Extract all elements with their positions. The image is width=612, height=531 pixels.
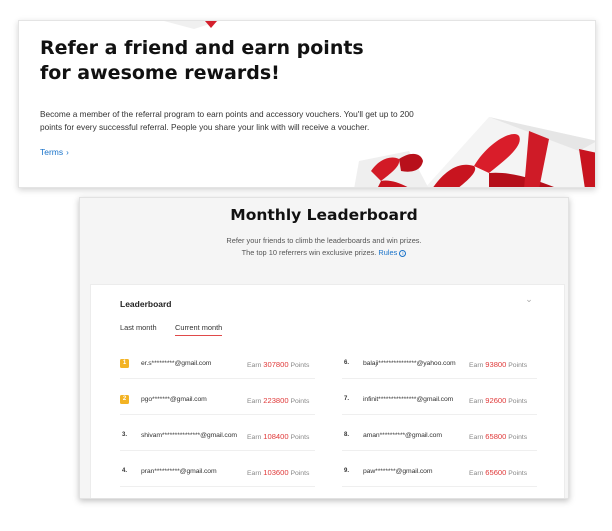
points-label: Points bbox=[290, 470, 310, 477]
referrer-email: pgo*******@gmail.com bbox=[141, 396, 207, 403]
tab-last-month[interactable]: Last month bbox=[120, 323, 157, 335]
referrer-email: infinit***************@gmail.com bbox=[363, 396, 454, 403]
earn-label: Earn bbox=[247, 362, 262, 369]
points-label: Points bbox=[290, 434, 310, 441]
rank-number: 9. bbox=[343, 468, 349, 474]
referral-description: Become a member of the referral program … bbox=[40, 109, 414, 132]
rules-link[interactable]: Rules i bbox=[378, 247, 407, 257]
points-value: 65600 bbox=[485, 468, 507, 477]
points-value: 108400 bbox=[263, 432, 289, 441]
medal-icon: 1 bbox=[120, 359, 129, 368]
earn-label: Earn bbox=[247, 398, 262, 405]
points-value: 92600 bbox=[485, 396, 507, 405]
earned-points: Earn 108400 Points bbox=[247, 432, 309, 441]
earn-label: Earn bbox=[469, 362, 484, 369]
leaderboard-subtitle-line2: The top 10 referrers win exclusive prize… bbox=[80, 247, 568, 259]
referrer-email: paw********@gmail.com bbox=[363, 468, 433, 475]
rank-number: 4. bbox=[121, 468, 127, 474]
earned-points: Earn 65600 Points bbox=[469, 468, 527, 477]
earned-points: Earn 92600 Points bbox=[469, 396, 527, 405]
leaderboard-subtitle: Refer your friends to climb the leaderbo… bbox=[80, 235, 568, 258]
leaderboard-row: 2 pgo*******@gmail.com Earn 223800 Points bbox=[120, 385, 315, 415]
referral-banner: Refer a friend and earn points for aweso… bbox=[18, 20, 596, 188]
terms-link[interactable]: Terms › bbox=[40, 147, 69, 157]
leaderboard-card: Leaderboard ⌄ Last month Current month 1… bbox=[90, 284, 565, 498]
points-label: Points bbox=[508, 470, 528, 477]
leaderboard-row: 7. infinit***************@gmail.com Earn 9… bbox=[342, 385, 537, 415]
referral-title: Refer a friend and earn points for aweso… bbox=[40, 37, 364, 84]
leaderboard-row: 9. paw********@gmail.com Earn 65600 Points bbox=[342, 457, 537, 487]
earned-points: Earn 223800 Points bbox=[247, 396, 309, 405]
leaderboard-row: 6. balaji***************@yahoo.com Earn 93… bbox=[342, 349, 537, 379]
terms-label: Terms bbox=[40, 147, 64, 157]
earned-points: Earn 65800 Points bbox=[469, 432, 527, 441]
leaderboard-subtitle-line2-text: The top 10 referrers win exclusive prize… bbox=[241, 247, 377, 257]
leaderboard-row: 1 er.s*********@gmail.com Earn 307800 Poin… bbox=[120, 349, 315, 379]
info-icon: i bbox=[399, 249, 407, 257]
rules-label: Rules bbox=[378, 247, 398, 257]
rank-number: 3. bbox=[121, 432, 127, 438]
leaderboard-row: 3. shivam***************@gmail.com Earn 10… bbox=[120, 421, 315, 451]
earned-points: Earn 103600 Points bbox=[247, 468, 309, 477]
earn-label: Earn bbox=[247, 434, 262, 441]
points-label: Points bbox=[508, 398, 528, 405]
points-value: 223800 bbox=[263, 396, 289, 405]
referrer-email: balaji***************@yahoo.com bbox=[363, 360, 456, 367]
points-label: Points bbox=[290, 362, 310, 369]
points-value: 65800 bbox=[485, 432, 507, 441]
referrer-email: shivam***************@gmail.com bbox=[141, 432, 237, 439]
earn-label: Earn bbox=[469, 470, 484, 477]
leaderboard-card-title: Leaderboard bbox=[120, 299, 172, 309]
tab-current-month[interactable]: Current month bbox=[175, 323, 223, 336]
earned-points: Earn 307800 Points bbox=[247, 360, 309, 369]
rank-number: 7. bbox=[343, 396, 349, 402]
points-value: 307800 bbox=[263, 360, 289, 369]
medal-icon: 2 bbox=[120, 395, 129, 404]
earn-label: Earn bbox=[469, 398, 484, 405]
rank-number: 6. bbox=[343, 360, 349, 366]
referrer-email: aman**********@gmail.com bbox=[363, 432, 442, 439]
chevron-down-icon[interactable]: ⌄ bbox=[524, 294, 534, 304]
points-label: Points bbox=[290, 398, 310, 405]
leaderboard-row: 8. aman**********@gmail.com Earn 65800 Poi… bbox=[342, 421, 537, 451]
leaderboard-subtitle-line1: Refer your friends to climb the leaderbo… bbox=[226, 236, 422, 245]
earn-label: Earn bbox=[469, 434, 484, 441]
chevron-right-icon: › bbox=[66, 148, 69, 157]
earn-label: Earn bbox=[247, 470, 262, 477]
points-label: Points bbox=[508, 434, 528, 441]
points-value: 103600 bbox=[263, 468, 289, 477]
referrer-email: er.s*********@gmail.com bbox=[141, 360, 212, 367]
leaderboard-heading: Monthly Leaderboard bbox=[230, 206, 418, 224]
points-label: Points bbox=[508, 362, 528, 369]
points-value: 93800 bbox=[485, 360, 507, 369]
referrer-email: pran**********@gmail.com bbox=[141, 468, 217, 475]
rank-number: 8. bbox=[343, 432, 349, 438]
leaderboard-row: 4. pran**********@gmail.com Earn 103600 Po… bbox=[120, 457, 315, 487]
earned-points: Earn 93800 Points bbox=[469, 360, 527, 369]
leaderboard-panel: Monthly Leaderboard Refer your friends t… bbox=[79, 197, 569, 499]
